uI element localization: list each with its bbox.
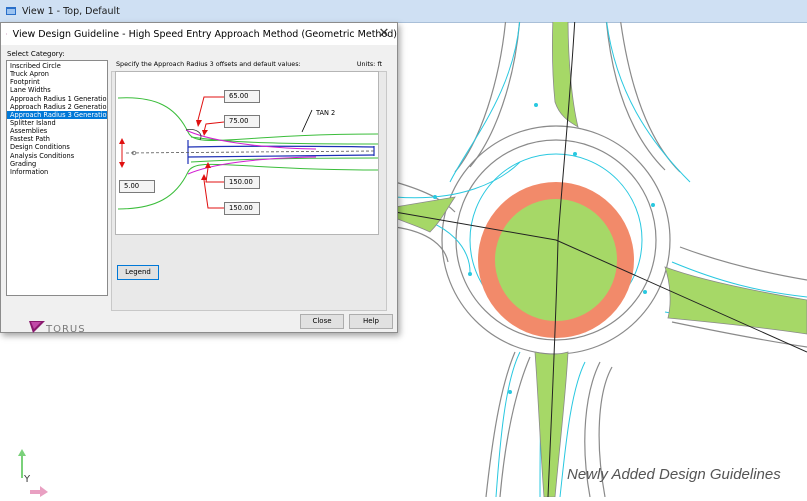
legend-button[interactable]: Legend [117, 265, 159, 280]
category-item[interactable]: Grading [7, 160, 107, 168]
radius-150-field-2[interactable]: 150.00 [224, 202, 260, 215]
category-item[interactable]: Information [7, 168, 107, 176]
category-item[interactable]: Design Conditions [7, 143, 107, 151]
ucs-axis-widget: Y [18, 440, 68, 497]
dialog-titlebar: View Design Guideline - High Speed Entry… [1, 23, 397, 45]
torus-logo: TORUS [29, 318, 99, 338]
category-item[interactable]: Approach Radius 2 Generation [7, 103, 107, 111]
category-label: Select Category: [7, 50, 65, 58]
close-button[interactable]: Close [300, 314, 344, 329]
torus-logo-icon [29, 321, 45, 333]
category-item-selected[interactable]: Approach Radius 3 Generation [7, 110, 107, 119]
offset-5-field[interactable]: 5.00 [119, 180, 155, 193]
radius-150-field-1[interactable]: 150.00 [224, 176, 260, 189]
category-item[interactable]: Inscribed Circle [7, 62, 107, 70]
offset-75-field[interactable]: 75.00 [224, 115, 260, 128]
torus-logo-text: TORUS [46, 324, 86, 335]
category-item[interactable]: Lane Widths [7, 86, 107, 94]
close-icon[interactable]: ✕ [375, 25, 393, 43]
offset-65-field[interactable]: 65.00 [224, 90, 260, 103]
dialog-title: View Design Guideline - High Speed Entry… [12, 28, 397, 40]
category-item[interactable]: Footprint [7, 78, 107, 86]
category-item[interactable]: Analysis Conditions [7, 152, 107, 160]
axis-icon [18, 449, 48, 497]
instruction-text: Specify the Approach Radius 3 offsets an… [116, 60, 301, 68]
category-item[interactable]: Approach Radius 1 Generation [7, 95, 107, 103]
units-label: Units: ft [356, 60, 382, 68]
design-guideline-dialog: View Design Guideline - High Speed Entry… [0, 22, 398, 335]
category-item[interactable]: Fastest Path [7, 135, 107, 143]
category-item[interactable]: Truck Apron [7, 70, 107, 78]
torus-icon [6, 33, 7, 35]
window-titlebar: View 1 - Top, Default [0, 0, 807, 23]
category-item[interactable]: Assemblies [7, 127, 107, 135]
axis-y-label: Y [24, 474, 31, 485]
category-item[interactable]: Splitter Island [7, 119, 107, 127]
window-icon [6, 7, 16, 15]
window-title: View 1 - Top, Default [22, 5, 120, 17]
help-button[interactable]: Help [349, 314, 393, 329]
caption-text: Newly Added Design Guidelines [567, 466, 781, 483]
tan-2-label: TAN 2 [316, 109, 336, 117]
approach-radius-diagram: 65.00 75.00 5.00 150.00 150.00 TAN 2 [115, 71, 379, 235]
category-list[interactable]: Inscribed Circle Truck Apron Footprint L… [6, 60, 108, 296]
